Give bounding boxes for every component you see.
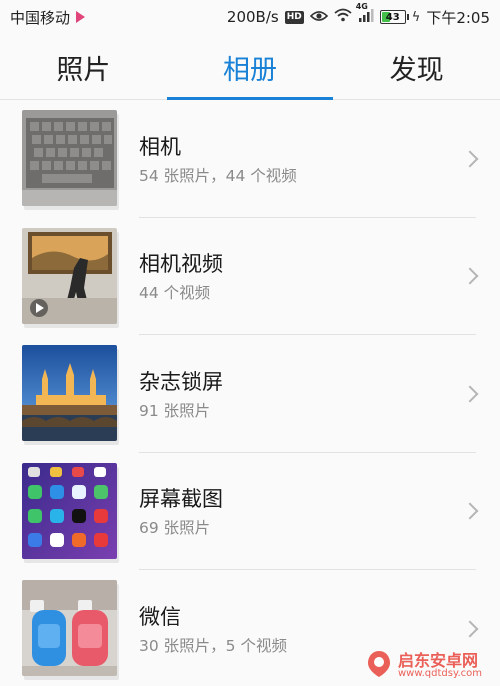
network-type-label: 4G: [355, 2, 368, 11]
signal-icon: 4G: [356, 2, 374, 26]
album-list: 相机 54 张照片，44 个视频 相机视频 44 个视频 杂志锁屏 91 张照片…: [0, 100, 500, 686]
charging-icon: ϟ: [411, 9, 421, 25]
album-thumbnail: [22, 462, 117, 559]
carrier-label: 中国移动: [10, 8, 71, 27]
chevron-right-icon: [461, 502, 479, 520]
album-name: 相机: [139, 134, 181, 159]
album-thumbnail: [22, 580, 117, 676]
album-thumbnail: [22, 345, 117, 441]
album-name: 屏幕截图: [139, 487, 223, 512]
album-name: 相机视频: [139, 252, 223, 277]
video-app-icon: [76, 11, 86, 23]
album-thumbnail: [22, 227, 117, 324]
album-count: 44 个视频: [139, 284, 211, 303]
chevron-right-icon: [461, 150, 479, 168]
album-thumbnail-stack: [22, 462, 121, 567]
chevron-right-icon: [461, 620, 479, 638]
album-item-magazine-lockscreen[interactable]: 杂志锁屏 91 张照片: [0, 335, 500, 453]
chevron-right-icon: [461, 267, 479, 285]
hd-badge: HD: [284, 10, 304, 24]
wifi-icon: [334, 8, 352, 26]
tab-discover[interactable]: 发现: [333, 36, 500, 99]
album-item-camera-video[interactable]: 相机视频 44 个视频: [0, 218, 500, 336]
clock: 下午2:05: [426, 8, 490, 27]
album-count: 91 张照片: [139, 401, 211, 420]
eye-icon: [309, 8, 328, 26]
album-thumbnail-stack: [22, 345, 121, 449]
album-thumbnail-stack: [22, 110, 121, 214]
album-name: 微信: [139, 604, 181, 629]
network-speed: 200B/s: [226, 8, 279, 26]
album-count: 30 张照片，5 个视频: [139, 636, 287, 655]
battery-icon: 43: [379, 10, 409, 24]
album-thumbnail-stack: [22, 580, 121, 684]
watermark-url: www.qdtdsy.com: [398, 668, 482, 679]
watermark-title: 启东安卓网: [398, 651, 479, 670]
chevron-right-icon: [461, 385, 479, 403]
tab-albums[interactable]: 相册: [166, 36, 334, 100]
album-item-camera[interactable]: 相机 54 张照片，44 个视频: [0, 100, 500, 218]
album-count: 69 张照片: [139, 519, 211, 538]
album-count: 54 张照片，44 个视频: [139, 166, 297, 185]
battery-percent: 43: [385, 11, 400, 23]
tab-bar: 照片 相册 发现: [0, 36, 500, 100]
watermark: 启东安卓网 www.qdtdsy.com: [364, 646, 494, 686]
album-thumbnail: [22, 110, 117, 206]
tab-photos[interactable]: 照片: [0, 36, 167, 99]
status-bar: 中国移动 200B/s HD 4G 43 ϟ 下午2:05: [0, 0, 500, 34]
watermark-logo-icon: [364, 649, 394, 683]
album-item-screenshots[interactable]: 屏幕截图 69 张照片: [0, 453, 500, 571]
album-name: 杂志锁屏: [139, 369, 223, 394]
album-thumbnail-stack: [22, 227, 121, 332]
